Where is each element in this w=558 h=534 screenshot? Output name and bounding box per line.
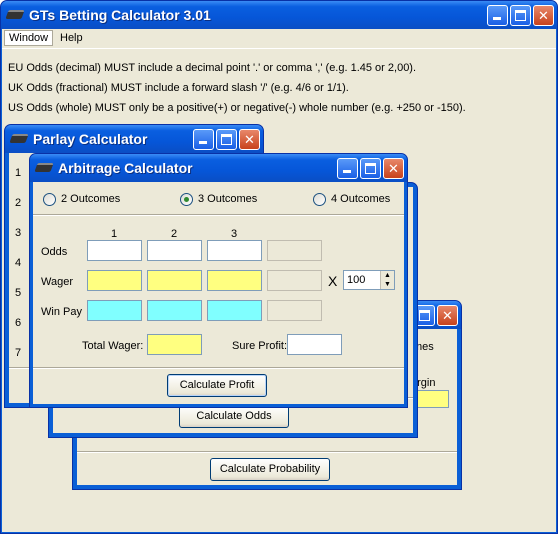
main-close-button[interactable]: ✕ bbox=[533, 5, 554, 26]
spinner-arrows[interactable]: ▲ ▼ bbox=[380, 271, 394, 289]
arbitrage-minimize-button[interactable] bbox=[337, 158, 358, 179]
multiplier-symbol: X bbox=[328, 273, 338, 289]
close-icon: ✕ bbox=[388, 161, 399, 176]
radio-3-outcomes-label: 3 Outcomes bbox=[198, 193, 258, 205]
maximize-icon bbox=[419, 310, 430, 321]
maximize-icon bbox=[221, 134, 232, 145]
odds-field-3[interactable] bbox=[207, 240, 262, 261]
winpay-field-4-disabled bbox=[267, 300, 322, 321]
radio-4-outcomes[interactable] bbox=[313, 193, 326, 206]
wager-field-3[interactable] bbox=[207, 270, 262, 291]
calculate-probability-button[interactable]: Calculate Probability bbox=[210, 458, 330, 481]
radio-3-outcomes[interactable] bbox=[180, 193, 193, 206]
parlay-row-7: 7 bbox=[15, 347, 22, 359]
parlay-row-1: 1 bbox=[15, 167, 22, 179]
odds-field-1[interactable] bbox=[87, 240, 142, 261]
close-icon: ✕ bbox=[538, 8, 549, 23]
parlay-maximize-button[interactable] bbox=[216, 129, 237, 150]
column-header-1: 1 bbox=[111, 228, 118, 240]
hint-uk-odds: UK Odds (fractional) MUST include a forw… bbox=[8, 82, 349, 94]
probability-close-button[interactable]: ✕ bbox=[437, 305, 458, 326]
parlay-row-3: 3 bbox=[15, 227, 22, 239]
arbitrage-window-title: Arbitrage Calculator bbox=[58, 160, 193, 176]
winpay-field-3 bbox=[207, 300, 262, 321]
main-maximize-button[interactable] bbox=[510, 5, 531, 26]
parlay-window-title: Parlay Calculator bbox=[33, 131, 148, 147]
arbitrage-close-button[interactable]: ✕ bbox=[383, 158, 404, 179]
arbitrage-client: 2 Outcomes 3 Outcomes 4 Outcomes 1 2 3 O… bbox=[33, 182, 404, 404]
hint-us-odds: US Odds (whole) MUST only be a positive(… bbox=[8, 102, 466, 114]
wager-field-2[interactable] bbox=[147, 270, 202, 291]
outcomes-separator bbox=[33, 214, 404, 216]
menubar: Window Help bbox=[2, 29, 556, 49]
multiplier-value: 100 bbox=[347, 274, 366, 286]
parlay-close-button[interactable]: ✕ bbox=[239, 129, 260, 150]
parlay-row-4: 4 bbox=[15, 257, 22, 269]
window-app-icon bbox=[34, 163, 54, 172]
odds-row-label: Odds bbox=[41, 246, 68, 258]
main-window-title: GTs Betting Calculator 3.01 bbox=[29, 7, 211, 23]
multiplier-spinner[interactable]: 100 ▲ ▼ bbox=[343, 270, 395, 290]
maximize-icon bbox=[515, 10, 526, 21]
odds-field-4-disabled bbox=[267, 240, 322, 261]
calculate-odds-button[interactable]: Calculate Odds bbox=[179, 405, 289, 428]
odds-field-2[interactable] bbox=[147, 240, 202, 261]
sure-profit-label: Sure Profit: bbox=[232, 340, 288, 352]
minimize-icon bbox=[199, 141, 207, 144]
radio-2-outcomes[interactable] bbox=[43, 193, 56, 206]
spin-up-icon[interactable]: ▲ bbox=[381, 271, 394, 280]
radio-2-outcomes-label: 2 Outcomes bbox=[61, 193, 121, 205]
winpay-field-1 bbox=[87, 300, 142, 321]
window-app-icon bbox=[9, 134, 29, 143]
arbitrage-window: Arbitrage Calculator ✕ 2 Outcomes 3 Outc… bbox=[29, 153, 408, 408]
parlay-titlebar[interactable]: Parlay Calculator ✕ bbox=[5, 125, 263, 153]
minimize-icon bbox=[493, 17, 501, 20]
window-app-icon bbox=[5, 10, 25, 19]
main-minimize-button[interactable] bbox=[487, 5, 508, 26]
maximize-icon bbox=[365, 163, 376, 174]
winpay-field-2 bbox=[147, 300, 202, 321]
total-wager-label: Total Wager: bbox=[82, 340, 144, 352]
probability-margin-field[interactable] bbox=[417, 390, 449, 408]
parlay-row-5: 5 bbox=[15, 287, 22, 299]
close-icon: ✕ bbox=[244, 132, 255, 147]
radio-4-outcomes-label: 4 Outcomes bbox=[331, 193, 391, 205]
parlay-row-6: 6 bbox=[15, 317, 22, 329]
arbitrage-maximize-button[interactable] bbox=[360, 158, 381, 179]
menu-help[interactable]: Help bbox=[56, 31, 87, 45]
main-titlebar[interactable]: GTs Betting Calculator 3.01 ✕ bbox=[1, 1, 557, 29]
column-header-3: 3 bbox=[231, 228, 238, 240]
hint-eu-odds: EU Odds (decimal) MUST include a decimal… bbox=[8, 62, 417, 74]
arbitrage-titlebar[interactable]: Arbitrage Calculator ✕ bbox=[30, 154, 407, 182]
spin-down-icon[interactable]: ▼ bbox=[381, 280, 394, 289]
wager-field-1[interactable] bbox=[87, 270, 142, 291]
winpay-row-label: Win Pay bbox=[41, 306, 82, 318]
probability-separator bbox=[77, 451, 457, 453]
minimize-icon bbox=[343, 170, 351, 173]
total-wager-field bbox=[147, 334, 202, 355]
parlay-row-2: 2 bbox=[15, 197, 22, 209]
parlay-minimize-button[interactable] bbox=[193, 129, 214, 150]
close-icon: ✕ bbox=[442, 308, 453, 323]
menu-window[interactable]: Window bbox=[4, 30, 54, 46]
arbitrage-separator bbox=[33, 367, 404, 369]
sure-profit-field bbox=[287, 334, 342, 355]
calculate-profit-button[interactable]: Calculate Profit bbox=[167, 374, 267, 397]
wager-field-4-disabled bbox=[267, 270, 322, 291]
column-header-2: 2 bbox=[171, 228, 178, 240]
wager-row-label: Wager bbox=[41, 276, 73, 288]
